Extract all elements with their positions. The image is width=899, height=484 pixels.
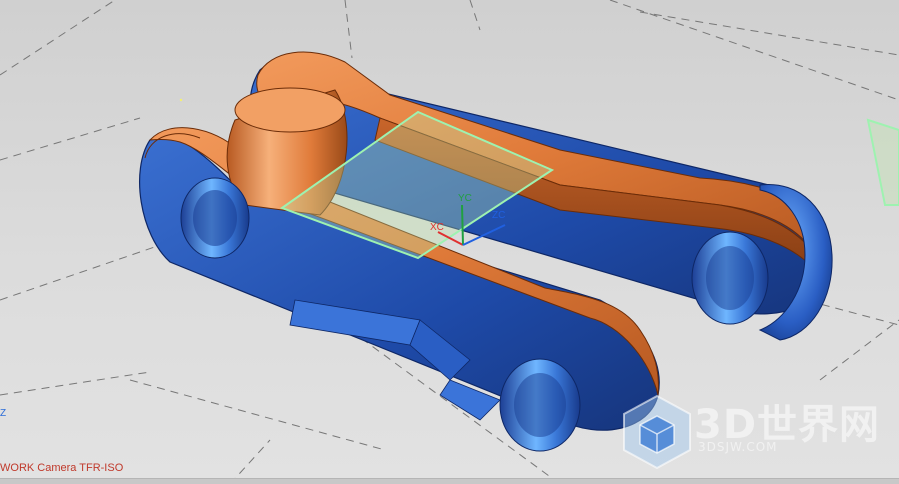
watermark: 3D世界网 3DSJW.COM — [618, 392, 888, 472]
zc-axis-label: ZC — [492, 210, 506, 221]
edge-axis-indicator: Z — [0, 408, 7, 419]
yc-axis-label: YC — [458, 193, 472, 204]
sketch-plane-offscreen — [866, 118, 899, 206]
watermark-url: 3DSJW.COM — [698, 440, 778, 454]
cube-logo-icon — [623, 394, 691, 470]
view-camera-status: WORK Camera TFR-ISO — [0, 462, 124, 474]
graphics-viewport[interactable]: XC YC ZC Z WORK Camera TFR-ISO 3D世界网 3DS… — [0, 0, 899, 484]
bottom-status-strip — [0, 478, 899, 484]
xc-axis-label: XC — [430, 222, 444, 233]
